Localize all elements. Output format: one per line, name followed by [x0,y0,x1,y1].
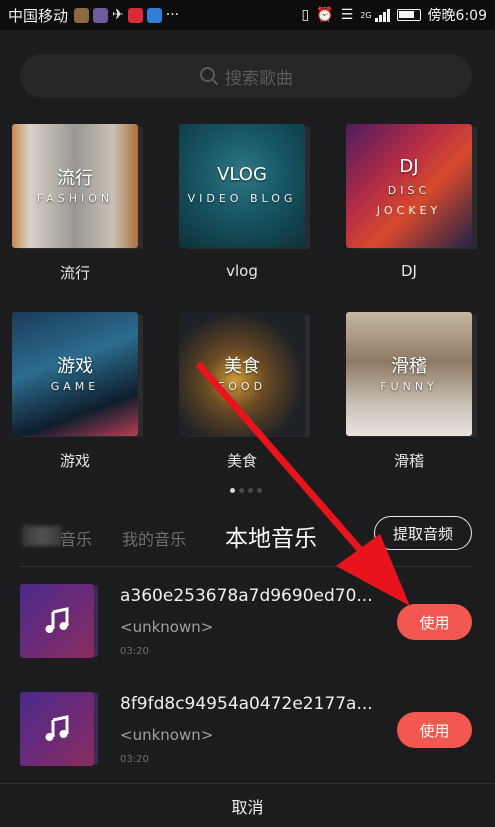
cover-title: 流行 [57,168,93,189]
clock: 傍晚6:09 [427,8,487,24]
cover-title: VLOG [217,164,267,185]
category-label: 滑稽 [393,452,424,470]
more-icon: ··· [165,7,180,23]
music-app-notification-icon [93,7,109,23]
page-dot [257,488,262,493]
category-dj[interactable]: DJ DISC JOCKEY DJ [346,124,472,280]
network-type: 2G [360,10,372,20]
cover-subtitle: DISC [387,184,431,197]
track-row[interactable]: a360e253678a7d9690ed70... <unknown> 03:2… [0,584,495,674]
redacted-tab-text [22,526,62,546]
cover-title: 滑稽 [391,356,427,377]
category-label: 流行 [59,264,90,282]
track-name: 8f9fd8c94954a0472e2177a... [120,694,373,714]
app-notification-icon [74,7,90,23]
use-button[interactable]: 使用 [397,604,472,640]
notification-icons: ✈ ··· [74,7,179,23]
category-game[interactable]: 游戏 GAME 游戏 [12,312,138,471]
page-indicator [230,488,262,493]
category-cover: VLOG VIDEO BLOG [179,124,305,248]
cover-title: DJ [399,156,419,177]
track-artist: <unknown> [120,618,214,636]
page-dot [239,488,244,493]
cover-subtitle: GAME [50,380,100,393]
track-thumbnail [20,692,94,766]
category-food[interactable]: 美食 FOOD 美食 [179,312,305,471]
use-button[interactable]: 使用 [397,712,472,748]
cancel-button[interactable]: 取消 [0,783,495,827]
category-cover: 流行 FASHION [12,124,138,248]
cover-title: 游戏 [57,356,93,377]
category-label: 美食 [226,452,257,470]
category-label: DJ [401,262,417,280]
cover-subtitle: FASHION [36,192,114,205]
wifi-icon: ☰ [340,7,354,23]
alarm-icon: ⏰ [316,7,334,23]
category-funny[interactable]: 滑稽 FUNNY 滑稽 [346,312,472,471]
video-app-notification-icon [127,7,143,23]
track-artist: <unknown> [120,726,214,744]
track-thumbnail [20,584,94,658]
track-name: a360e253678a7d9690ed70... [120,586,373,606]
cover-subtitle: FOOD [217,380,267,393]
extract-audio-button[interactable]: 提取音频 [374,516,472,550]
category-cover: DJ DISC JOCKEY [346,124,472,248]
track-duration: 03:20 [120,754,149,765]
category-vlog[interactable]: VLOG VIDEO BLOG vlog [179,124,305,280]
category-cover: 游戏 GAME [12,312,138,436]
bird-notification-icon: ✈ [112,7,124,23]
category-label: vlog [226,262,258,280]
battery-icon [396,9,421,21]
cover-subtitle: FUNNY [380,380,438,393]
search-bar[interactable]: 搜索歌曲 [20,54,472,98]
vibrate-icon: ▯ [301,7,310,23]
tab-music[interactable]: 音乐 [60,526,92,550]
cover-subtitle-2: JOCKEY [376,204,442,217]
carrier-name: 中国移动 [8,6,69,25]
status-bar: 中国移动 ✈ ··· ▯ ⏰ ☰ 2G 傍晚6:09 [0,0,495,30]
signal-icon [374,8,390,22]
page-dot [230,488,235,493]
category-cover: 美食 FOOD [179,312,305,436]
category-cover: 滑稽 FUNNY [346,312,472,436]
tab-local-music[interactable]: 本地音乐 [225,519,317,553]
music-note-icon [45,607,69,633]
search-placeholder: 搜索歌曲 [225,68,293,89]
page-dot [248,488,253,493]
browser-notification-icon [146,7,162,23]
cover-subtitle: VIDEO BLOG [187,192,297,205]
track-row[interactable]: 8f9fd8c94954a0472e2177a... <unknown> 03:… [0,692,495,782]
category-label: 游戏 [59,452,90,470]
tab-my-music[interactable]: 我的音乐 [122,526,186,550]
music-note-icon [45,715,69,741]
search-icon [200,67,218,85]
music-tabs: 音乐 我的音乐 本地音乐 提取音频 [0,514,495,558]
divider [20,566,472,567]
category-fashion[interactable]: 流行 FASHION 流行 [12,124,138,283]
track-duration: 03:20 [120,646,149,657]
cover-title: 美食 [224,356,260,377]
